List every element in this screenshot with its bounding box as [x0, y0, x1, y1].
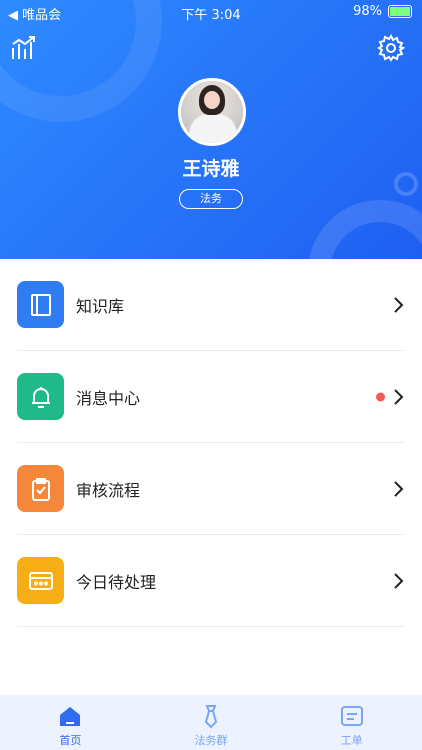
- ticket-icon: [340, 706, 363, 726]
- chevron-right-icon: [394, 296, 404, 313]
- status-bar: ◀ 唯品会 下午 3:04 98%: [0, 0, 422, 24]
- clipboard-check-icon: [17, 465, 64, 512]
- menu-list: 知识库 消息中心 审核流程 今日待处理: [17, 259, 405, 627]
- menu-item-knowledge-base[interactable]: 知识库: [17, 259, 405, 351]
- book-icon: [17, 281, 64, 328]
- tab-home[interactable]: 首页: [0, 695, 141, 750]
- unread-dot: [376, 392, 385, 401]
- tab-legal-group[interactable]: 法务群: [141, 695, 282, 750]
- tab-label: 工单: [340, 734, 363, 747]
- menu-item-message-center[interactable]: 消息中心: [17, 351, 405, 443]
- menu-label: 今日待处理: [76, 572, 157, 592]
- chevron-right-icon: [394, 480, 404, 497]
- menu-label: 审核流程: [76, 480, 141, 500]
- tie-icon: [204, 705, 218, 729]
- bottom-tab-bar: 首页 法务群 工单: [0, 695, 422, 750]
- role-badge: 法务: [179, 189, 243, 209]
- profile-header: ◀ 唯品会 下午 3:04 98% 王诗雅 法务: [0, 0, 422, 259]
- tab-label: 首页: [59, 734, 82, 747]
- chevron-right-icon: [394, 572, 404, 589]
- avatar[interactable]: [178, 78, 246, 146]
- chevron-right-icon: [394, 388, 404, 405]
- menu-label: 消息中心: [76, 388, 141, 408]
- card-icon: [17, 557, 64, 604]
- battery-icon: [388, 5, 412, 18]
- tab-work-order[interactable]: 工单: [281, 695, 422, 750]
- menu-item-review-process[interactable]: 审核流程: [17, 443, 405, 535]
- battery-percent: 98%: [353, 4, 382, 19]
- bell-icon: [17, 373, 64, 420]
- menu-label: 知识库: [76, 296, 125, 316]
- decorative-ring: [308, 200, 422, 259]
- settings-gear-icon[interactable]: [377, 34, 406, 62]
- home-icon: [60, 707, 81, 726]
- profile-name: 王诗雅: [182, 158, 240, 180]
- menu-item-today-pending[interactable]: 今日待处理: [17, 535, 405, 627]
- tab-label: 法务群: [194, 734, 228, 747]
- status-right: 98%: [353, 4, 412, 19]
- stats-chart-icon[interactable]: [10, 34, 38, 62]
